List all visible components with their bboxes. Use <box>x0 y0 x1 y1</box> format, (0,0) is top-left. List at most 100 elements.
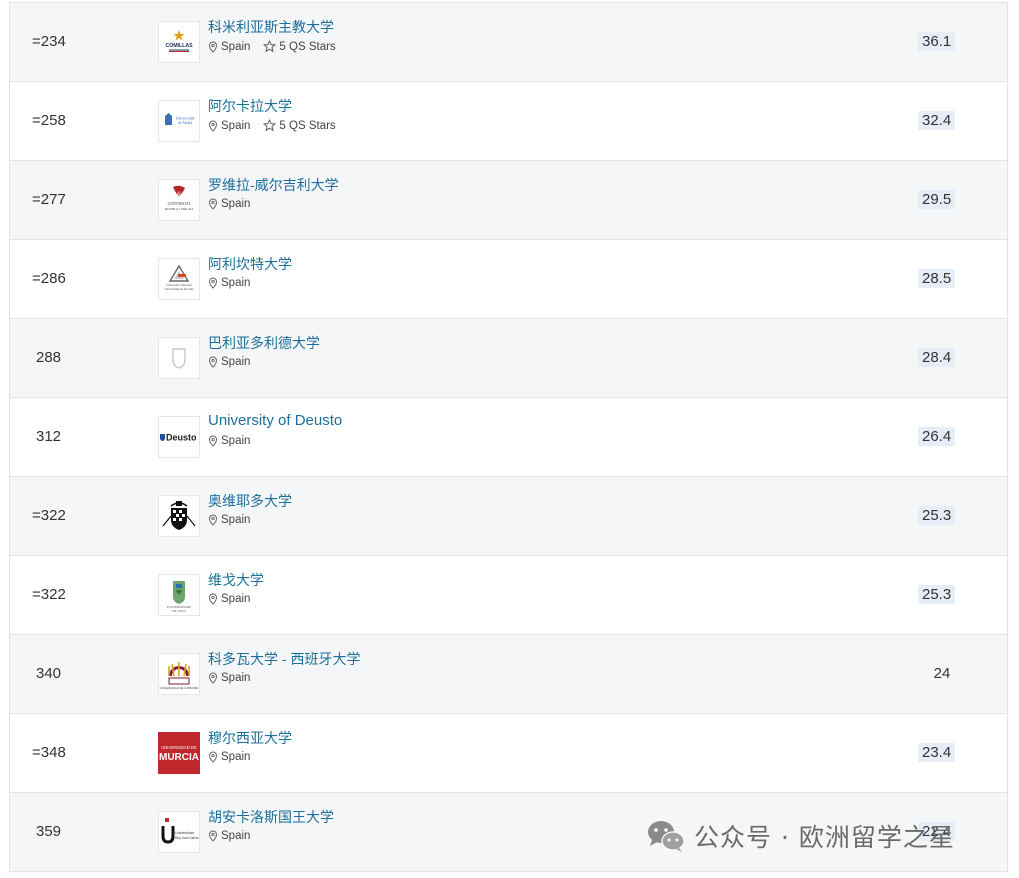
placeholder-shield-icon <box>172 348 186 369</box>
university-logo[interactable] <box>158 337 200 379</box>
location-pin-icon <box>208 593 218 605</box>
university-logo[interactable]: UNIVERSIDADE DE VIGO <box>158 574 200 616</box>
table-row: =322 UNIVERSIDADE DE VIGO 维戈大学 Spain 25.… <box>10 556 1007 635</box>
university-meta: Spain <box>208 356 250 368</box>
table-row: =277 u UNIVERSITAT ROVIRA I VIRGILI 罗维拉-… <box>10 161 1007 240</box>
overall-score: 23.4 <box>918 743 956 762</box>
svg-text:DE VIGO: DE VIGO <box>172 609 186 613</box>
svg-text:de Alcalá: de Alcalá <box>178 121 193 125</box>
cordoba-logo-icon: UNIVERSIDAD DE CÓRDOBA <box>160 662 199 690</box>
ranking-table: =234 COMILLAS 科米利亚斯主教大学 Spain 5 QS Stars… <box>9 2 1008 872</box>
svg-text:Rey Juan Carlos: Rey Juan Carlos <box>175 836 199 840</box>
svg-text:Universidad: Universidad <box>176 117 195 121</box>
location-text: Spain <box>221 830 251 842</box>
university-name-link[interactable]: 科米利亚斯主教大学 <box>208 17 334 37</box>
oviedo-crest-icon <box>162 501 196 530</box>
university-logo[interactable] <box>158 495 200 537</box>
university-name-link[interactable]: 奥维耶多大学 <box>208 491 292 511</box>
rank-value: =234 <box>32 33 66 50</box>
rank-value: =322 <box>32 507 66 524</box>
university-logo[interactable]: Universidad Rey Juan Carlos <box>158 811 200 853</box>
rank-value: 340 <box>36 665 62 682</box>
location-pin-icon <box>208 198 218 210</box>
overall-score: 26.4 <box>918 427 956 446</box>
university-meta: Spain <box>208 435 250 447</box>
logo-text: Deusto <box>166 433 197 443</box>
university-name-link[interactable]: 阿尔卡拉大学 <box>208 96 292 116</box>
location-text: Spain <box>221 672 251 684</box>
location-pin-icon <box>208 40 218 53</box>
star-icon <box>263 119 277 132</box>
university-name-link[interactable]: 巴利亚多利德大学 <box>208 333 320 353</box>
location-text: Spain <box>221 198 251 210</box>
wechat-watermark: 公众号 · 欧洲留学之星 <box>646 818 955 854</box>
university-meta: Spain <box>208 672 250 684</box>
location-text: Spain <box>221 751 251 763</box>
table-row: 288 巴利亚多利德大学 Spain 28.4 <box>10 319 1007 398</box>
location-pin-icon <box>208 435 218 447</box>
location-pin-icon <box>208 514 218 526</box>
university-name-link[interactable]: 穆尔西亚大学 <box>208 728 292 748</box>
university-name-link[interactable]: University of Deusto <box>208 412 342 429</box>
location-pin-icon <box>208 830 218 842</box>
overall-score: 29.5 <box>918 190 956 209</box>
university-name-link[interactable]: 阿利坎特大学 <box>208 254 292 274</box>
table-row: =234 COMILLAS 科米利亚斯主教大学 Spain 5 QS Stars… <box>10 3 1007 82</box>
university-name-link[interactable]: 胡安卡洛斯国王大学 <box>208 807 334 827</box>
comillas-logo-icon: COMILLAS <box>165 30 193 52</box>
overall-score: 28.4 <box>918 348 956 367</box>
location-pin-icon <box>208 751 218 763</box>
table-row: 312 Deusto University of Deusto Spain 26… <box>10 398 1007 477</box>
wechat-icon <box>648 821 685 852</box>
university-logo[interactable]: u UNIVERSITAT ROVIRA I VIRGILI <box>158 179 200 221</box>
table-row: =348 UNIVERSIDAD DE MURCIA 穆尔西亚大学 Spain … <box>10 714 1007 793</box>
svg-text:Universidad de Alicante: Universidad de Alicante <box>165 287 195 291</box>
rank-value: =348 <box>32 744 66 761</box>
location-text: Spain <box>221 593 251 605</box>
university-logo[interactable]: Deusto <box>158 416 200 458</box>
overall-score: 28.5 <box>918 269 956 288</box>
university-name-link[interactable]: 科多瓦大学 - 西班牙大学 <box>208 649 360 669</box>
overall-score: 25.3 <box>918 585 956 604</box>
rovira-logo-icon: u UNIVERSITAT ROVIRA I VIRGILI <box>165 185 194 211</box>
university-logo[interactable]: Universidad de Alcalá <box>158 100 200 142</box>
university-meta: Spain <box>208 830 250 842</box>
overall-score: 32.4 <box>918 111 956 130</box>
svg-text:u: u <box>177 189 181 197</box>
university-logo[interactable]: Universitat d'Alacant Universidad de Ali… <box>158 258 200 300</box>
overall-score: 24 <box>933 665 951 682</box>
svg-text:UNIVERSITAT: UNIVERSITAT <box>167 202 191 206</box>
qs-stars-text: 5 QS Stars <box>279 119 336 132</box>
rank-value: 288 <box>36 349 62 366</box>
star-icon <box>263 40 277 53</box>
university-name-link[interactable]: 罗维拉-威尔吉利大学 <box>208 175 339 195</box>
university-logo[interactable]: COMILLAS <box>158 21 200 63</box>
alicante-logo-icon: Universitat d'Alacant Universidad de Ali… <box>165 264 195 291</box>
rank-value: 359 <box>36 823 62 840</box>
location-text: Spain <box>221 277 251 289</box>
svg-text:Universidad: Universidad <box>175 831 194 835</box>
rank-value: =277 <box>32 191 66 208</box>
location-pin-icon <box>208 119 218 132</box>
location-pin-icon <box>208 356 218 368</box>
rank-value: =286 <box>32 270 66 287</box>
university-meta: Spain <box>208 277 250 289</box>
university-meta: Spain 5 QS Stars <box>208 119 336 132</box>
university-logo[interactable]: UNIVERSIDAD DE MURCIA <box>158 732 200 774</box>
vigo-logo-icon: UNIVERSIDADE DE VIGO <box>167 581 191 613</box>
watermark-text: 公众号 · 欧洲留学之星 <box>694 823 955 852</box>
location-text: Spain <box>221 40 251 53</box>
table-row: =322 奥维耶多大学 Spain 25.3 <box>10 477 1007 556</box>
university-logo[interactable]: UNIVERSIDAD DE CÓRDOBA <box>158 653 200 695</box>
table-row: =258 Universidad de Alcalá 阿尔卡拉大学 Spain … <box>10 82 1007 161</box>
location-text: Spain <box>221 119 251 132</box>
location-pin-icon <box>208 672 218 684</box>
alcala-logo-icon: Universidad de Alcalá <box>165 113 195 125</box>
logo-text: UNIVERSIDAD DE <box>161 745 197 750</box>
location-text: Spain <box>221 356 251 368</box>
location-text: Spain <box>221 514 251 526</box>
svg-text:ROVIRA I VIRGILI: ROVIRA I VIRGILI <box>165 207 194 211</box>
university-name-link[interactable]: 维戈大学 <box>208 570 264 590</box>
table-row: =286 Universitat d'Alacant Universidad d… <box>10 240 1007 319</box>
svg-text:UNIVERSIDAD DE CÓRDOBA: UNIVERSIDAD DE CÓRDOBA <box>160 685 199 690</box>
